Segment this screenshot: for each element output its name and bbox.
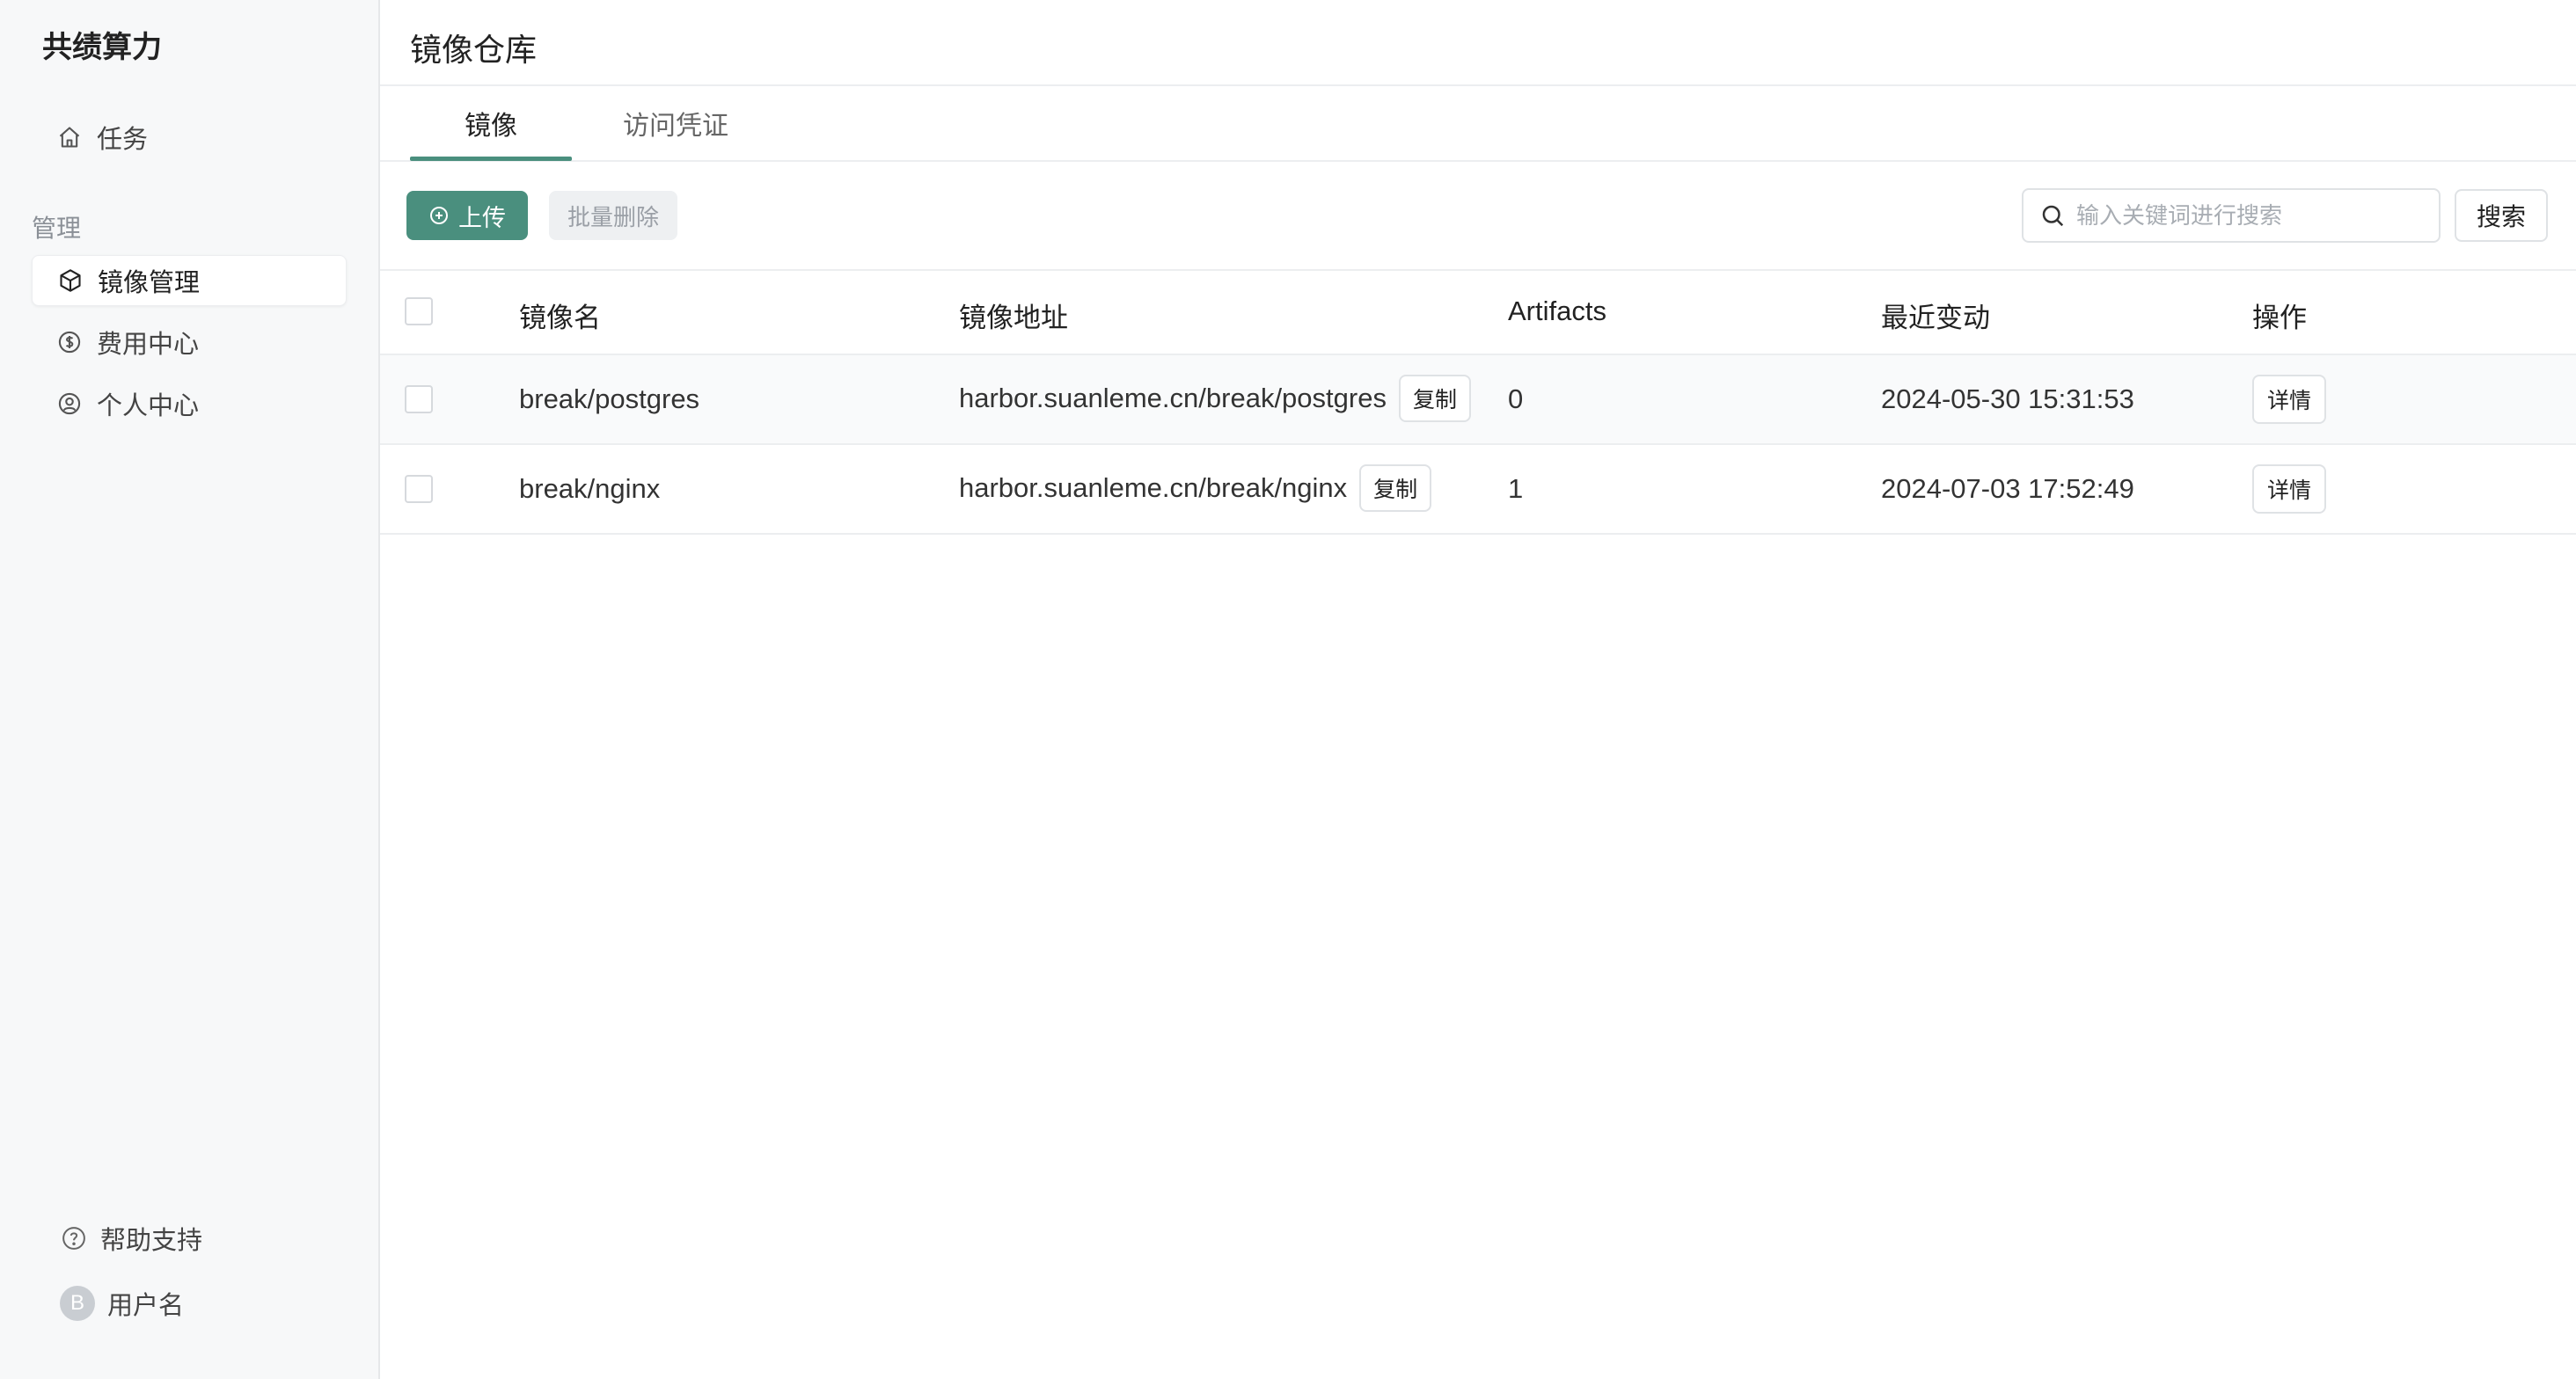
last-updated: 2024-07-03 17:52:49 [1881, 473, 2134, 504]
table-row: break/nginx harbor.suanleme.cn/break/ngi… [380, 445, 2576, 535]
tab-access-credentials[interactable]: 访问凭证 [602, 104, 750, 162]
sidebar: 共绩算力 任务 管理 镜像管理 费用中心 个人中心 帮助支持 B 用户名 [0, 0, 380, 1379]
sidebar-item-label: 费用中心 [97, 331, 200, 359]
artifacts-count: 0 [1508, 383, 1524, 414]
detail-button[interactable]: 详情 [2252, 464, 2326, 514]
select-all-checkbox[interactable] [405, 297, 433, 325]
image-name: break/postgres [519, 383, 700, 414]
tab-label: 访问凭证 [623, 112, 728, 141]
help-support-label: 帮助支持 [100, 1227, 203, 1255]
tabs-divider [380, 160, 2576, 162]
search-icon [2039, 202, 2066, 229]
tab-images[interactable]: 镜像 [410, 104, 572, 162]
sidebar-item-billing[interactable]: 费用中心 [32, 317, 347, 368]
sidebar-item-tasks[interactable]: 任务 [32, 112, 347, 163]
image-address-cell: harbor.suanleme.cn/break/postgres 复制 [959, 375, 1471, 422]
page-title: 镜像仓库 [410, 32, 538, 68]
section-label-manage: 管理 [32, 215, 82, 242]
user-name: 用户名 [107, 1292, 185, 1320]
image-address: harbor.suanleme.cn/break/nginx [959, 472, 1348, 503]
row-checkbox[interactable] [405, 385, 433, 413]
column-header-updated: 最近变动 [1881, 303, 1990, 333]
row-checkbox[interactable] [405, 475, 433, 503]
upload-label: 上传 [458, 204, 506, 231]
column-header-artifacts: Artifacts [1508, 296, 1606, 326]
sidebar-item-profile[interactable]: 个人中心 [32, 378, 347, 429]
header-divider [380, 84, 2576, 86]
user-circle-icon [56, 390, 83, 417]
column-header-address: 镜像地址 [959, 303, 1068, 333]
sidebar-item-label: 个人中心 [97, 392, 200, 420]
help-support-link[interactable]: 帮助支持 [60, 1217, 202, 1259]
dollar-circle-icon [56, 329, 83, 355]
sidebar-item-image-management[interactable]: 镜像管理 [32, 255, 347, 306]
sidebar-item-label: 任务 [97, 126, 149, 154]
upload-button[interactable]: 上传 [406, 191, 528, 240]
copy-button[interactable]: 复制 [1359, 464, 1432, 512]
avatar: B [60, 1286, 95, 1321]
last-updated: 2024-05-30 15:31:53 [1881, 383, 2134, 414]
batch-delete-button[interactable]: 批量删除 [549, 191, 677, 240]
search-field[interactable] [2022, 188, 2441, 243]
tab-label: 镜像 [465, 112, 517, 141]
detail-button[interactable]: 详情 [2252, 375, 2326, 424]
search-input[interactable] [2076, 201, 2428, 230]
main-content: 镜像仓库 镜像 访问凭证 上传 批量删除 搜索 镜像名 镜像地址 Artifac… [380, 0, 2576, 1379]
table-row: break/postgres harbor.suanleme.cn/break/… [380, 355, 2576, 445]
help-circle-icon [60, 1224, 88, 1252]
image-address: harbor.suanleme.cn/break/postgres [959, 383, 1387, 413]
batch-delete-label: 批量删除 [567, 203, 659, 230]
artifacts-count: 1 [1508, 473, 1524, 504]
search-button-label: 搜索 [2476, 203, 2526, 230]
image-name: break/nginx [519, 473, 661, 504]
cube-icon [57, 267, 84, 294]
column-header-name: 镜像名 [519, 303, 601, 333]
home-icon [56, 124, 83, 150]
column-header-actions: 操作 [2252, 303, 2307, 333]
image-address-cell: harbor.suanleme.cn/break/nginx 复制 [959, 464, 1432, 512]
active-tab-indicator [410, 157, 572, 161]
copy-button[interactable]: 复制 [1398, 375, 1471, 422]
brand-title: 共绩算力 [42, 31, 162, 64]
table-header: 镜像名 镜像地址 Artifacts 最近变动 操作 [380, 271, 2576, 355]
search-button[interactable]: 搜索 [2455, 189, 2548, 242]
sidebar-item-label: 镜像管理 [98, 269, 201, 297]
user-menu[interactable]: B 用户名 [60, 1282, 184, 1324]
plus-circle-icon [428, 205, 450, 226]
